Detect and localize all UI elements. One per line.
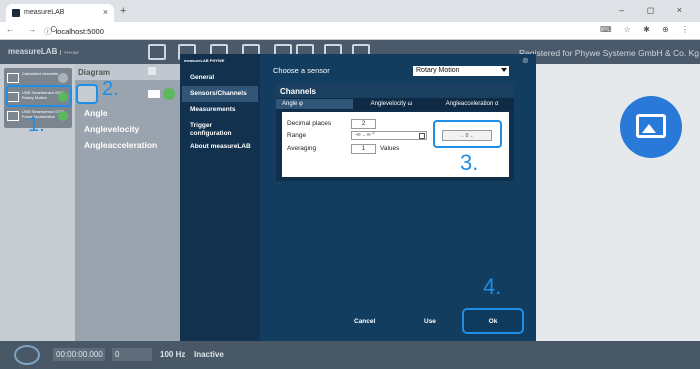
- use-button[interactable]: Use: [424, 318, 436, 325]
- decimal-places-input[interactable]: 2: [351, 119, 376, 129]
- image-button[interactable]: [620, 96, 682, 158]
- decimal-places-label: Decimal places: [287, 120, 332, 127]
- browser-tab[interactable]: measureLAB ×: [6, 4, 114, 22]
- record-button[interactable]: [14, 345, 40, 365]
- averaging-input[interactable]: 1: [351, 144, 376, 154]
- measurement-angle[interactable]: Angle: [84, 108, 108, 118]
- url-bar[interactable]: ⓘ localhost:5000: [44, 26, 104, 37]
- status-state: Inactive: [194, 350, 224, 359]
- annotation-step-3: 3.: [460, 150, 479, 175]
- diagram-panel: [75, 64, 180, 341]
- app-favicon-icon: [12, 9, 20, 17]
- ok-button[interactable]: Ok: [462, 308, 524, 334]
- image-icon: [636, 114, 666, 138]
- sensor-select[interactable]: Rotary Motion: [413, 66, 509, 76]
- registration-text: Registered for Phywe Systeme GmbH & Co. …: [519, 48, 699, 58]
- dialog-close-icon[interactable]: ⊗: [522, 56, 529, 65]
- display-toggle-button[interactable]: [148, 90, 160, 98]
- function-icon: [7, 73, 19, 83]
- sample-rate: 100 Hz: [160, 350, 186, 359]
- choose-sensor-label: Choose a sensor: [273, 66, 330, 75]
- tab-title: measureLAB: [24, 9, 65, 16]
- new-tab-button[interactable]: +: [120, 5, 126, 17]
- home-icon[interactable]: [148, 44, 166, 60]
- tab-angle[interactable]: Angle φ: [276, 99, 353, 109]
- timer-display: 00:00:00.000: [53, 348, 105, 361]
- info-icon[interactable]: ⓘ: [44, 27, 52, 36]
- measurement-angleacceleration[interactable]: Angleacceleration: [84, 140, 157, 150]
- channels-title: Channels: [276, 84, 514, 98]
- range-select[interactable]: -∞ .. ∞ °: [351, 131, 427, 140]
- values-label: Values: [380, 145, 400, 152]
- status-bar: [0, 341, 700, 369]
- cancel-button[interactable]: Cancel: [354, 318, 375, 325]
- averaging-label: Averaging: [287, 145, 317, 152]
- nav-about[interactable]: About measureLAB: [190, 143, 251, 150]
- extension-icons[interactable]: ⌨ ☆ ✱ ⊕ ⋮: [600, 25, 694, 34]
- toggle-icon[interactable]: [58, 73, 68, 83]
- chevron-down-icon: [419, 133, 425, 139]
- range-label: Range: [287, 132, 307, 139]
- count-display: 0: [112, 348, 152, 361]
- url-text: localhost:5000: [55, 27, 104, 36]
- app-logo: measureLAB PHYWE: [8, 47, 80, 56]
- chevron-down-icon: [501, 68, 507, 72]
- channel-enabled-icon[interactable]: [163, 88, 175, 100]
- window-controls[interactable]: – ◻ ×: [619, 5, 692, 16]
- diagram-header[interactable]: Diagram: [75, 64, 180, 80]
- tab-anglevelocity[interactable]: Anglevelocity ω: [353, 99, 430, 109]
- annotation-highlight-2: [76, 84, 98, 104]
- diagram-dropdown[interactable]: [148, 67, 156, 75]
- measurement-anglevelocity[interactable]: Anglevelocity: [84, 124, 139, 134]
- annotation-highlight-1: [6, 85, 72, 107]
- tab-angleacceleration[interactable]: Angleacceleration α: [430, 99, 514, 109]
- nav-sensors-channels[interactable]: Sensors/Channels: [190, 90, 247, 97]
- annotation-step-1: 1.: [28, 114, 45, 136]
- sensor-icon: [7, 111, 19, 121]
- annotation-highlight-3: [433, 120, 502, 148]
- dialog-logo: measureLAB PHYWE: [184, 58, 225, 63]
- annotation-step-2: 2.: [102, 78, 119, 100]
- nav-trigger-configuration[interactable]: Trigger configuration: [190, 122, 250, 138]
- tab-close-icon[interactable]: ×: [103, 7, 108, 17]
- nav-measurements[interactable]: Measurements: [190, 106, 236, 113]
- annotation-step-4: 4.: [483, 274, 502, 299]
- nav-general[interactable]: General: [190, 74, 214, 81]
- connected-check-icon[interactable]: [58, 111, 68, 121]
- address-toolbar: ← → C ⓘ localhost:5000 ⌨ ☆ ✱ ⊕ ⋮: [0, 22, 700, 40]
